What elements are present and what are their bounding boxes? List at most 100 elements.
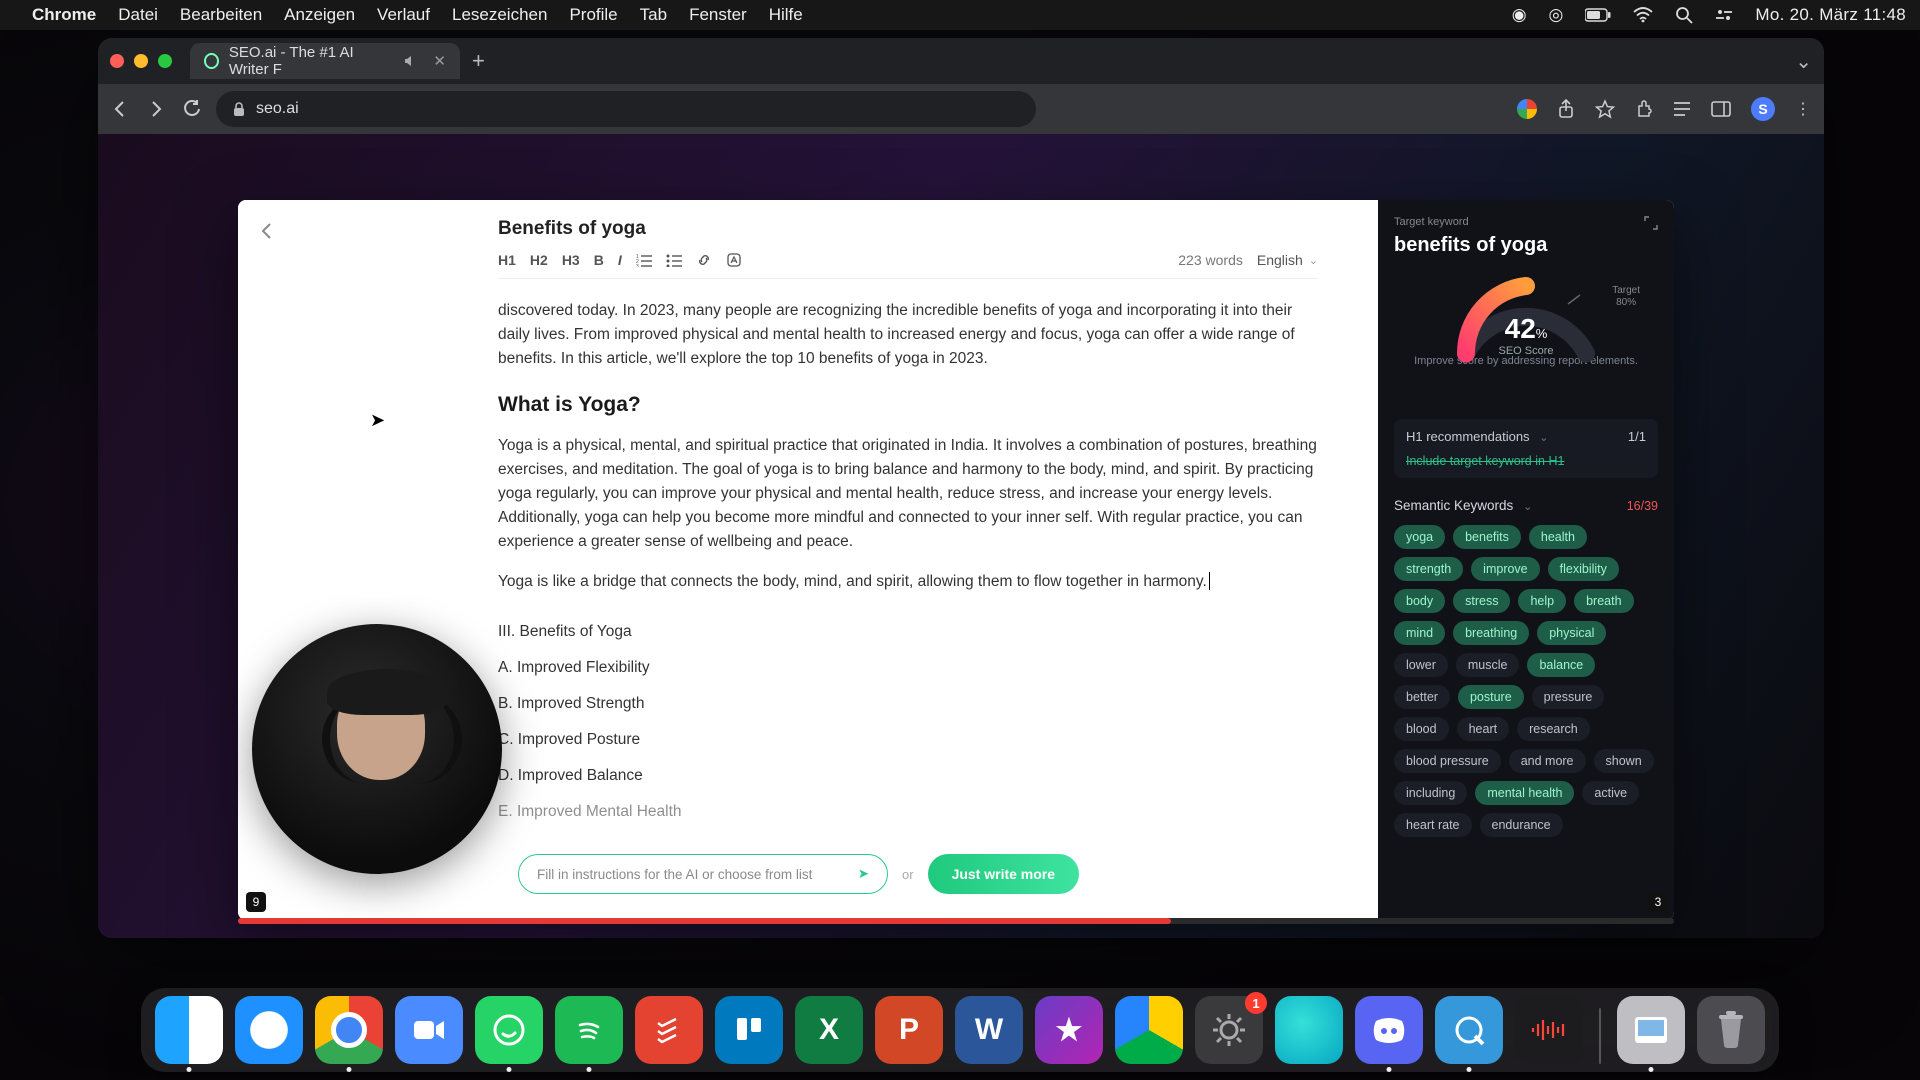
- menu-app[interactable]: Chrome: [32, 5, 96, 25]
- h1-recommendations-section[interactable]: H1 recommendations ⌄ 1/1 Include target …: [1394, 419, 1658, 478]
- keyword-chip[interactable]: strength: [1394, 557, 1463, 581]
- browser-tab[interactable]: SEO.ai - The #1 AI Writer F ✕: [190, 43, 460, 79]
- format-h1-button[interactable]: H1: [498, 252, 516, 268]
- dock-discord-icon[interactable]: [1355, 996, 1423, 1064]
- bookmark-star-icon[interactable]: [1595, 99, 1615, 119]
- record-status-icon[interactable]: ◉: [1512, 5, 1527, 25]
- keyword-chip[interactable]: balance: [1527, 653, 1595, 677]
- keyword-chip[interactable]: mental health: [1475, 781, 1574, 805]
- dock-chrome-icon[interactable]: [315, 996, 383, 1064]
- dock-imovie-icon[interactable]: ★: [1035, 996, 1103, 1064]
- site-lock-icon[interactable]: [232, 101, 246, 117]
- menu-file[interactable]: Datei: [118, 5, 158, 25]
- dock-word-icon[interactable]: W: [955, 996, 1023, 1064]
- chrome-menu-icon[interactable]: ⋮: [1795, 99, 1812, 119]
- keyword-chip[interactable]: body: [1394, 589, 1445, 613]
- tab-mute-icon[interactable]: [403, 54, 417, 68]
- paragraph-bridge[interactable]: Yoga is like a bridge that connects the …: [498, 570, 1318, 594]
- google-services-icon[interactable]: [1517, 99, 1537, 119]
- reading-list-icon[interactable]: [1673, 101, 1691, 117]
- format-ul-icon[interactable]: [666, 253, 682, 267]
- keyword-chip[interactable]: heart rate: [1394, 813, 1472, 837]
- menu-history[interactable]: Verlauf: [377, 5, 430, 25]
- dock-quicktime-icon[interactable]: [1435, 996, 1503, 1064]
- keyword-chip[interactable]: stress: [1453, 589, 1510, 613]
- dock-finder-icon[interactable]: [155, 996, 223, 1064]
- keyword-chip[interactable]: breath: [1574, 589, 1633, 613]
- format-italic-button[interactable]: I: [618, 252, 622, 268]
- dock-safari-icon[interactable]: [235, 996, 303, 1064]
- format-bold-button[interactable]: B: [594, 252, 604, 268]
- dock-voice-memos-icon[interactable]: [1515, 996, 1583, 1064]
- format-ai-icon[interactable]: [726, 252, 742, 268]
- menu-tab[interactable]: Tab: [640, 5, 667, 25]
- dock-excel-icon[interactable]: X: [795, 996, 863, 1064]
- video-progress-bar[interactable]: [238, 918, 1674, 924]
- format-ol-icon[interactable]: 123: [636, 253, 652, 267]
- window-minimize-button[interactable]: [134, 54, 148, 68]
- keyword-chip[interactable]: and more: [1509, 749, 1586, 773]
- menu-window[interactable]: Fenster: [689, 5, 747, 25]
- just-write-more-button[interactable]: Just write more: [928, 854, 1079, 894]
- document-title[interactable]: Benefits of yoga: [498, 218, 1318, 240]
- outline-item[interactable]: C. Improved Posture: [498, 728, 1318, 752]
- dock-trash-icon[interactable]: [1697, 996, 1765, 1064]
- nav-back-icon[interactable]: [110, 99, 130, 119]
- keyword-chip[interactable]: improve: [1471, 557, 1539, 581]
- keyword-chip[interactable]: posture: [1458, 685, 1524, 709]
- battery-icon[interactable]: [1585, 8, 1611, 22]
- outline-item[interactable]: B. Improved Strength: [498, 692, 1318, 716]
- language-selector[interactable]: English ⌄: [1257, 252, 1318, 268]
- format-h2-button[interactable]: H2: [530, 252, 548, 268]
- dock-trello-icon[interactable]: [715, 996, 783, 1064]
- keyword-chip[interactable]: pressure: [1532, 685, 1605, 709]
- nav-reload-icon[interactable]: [182, 99, 202, 119]
- menu-view[interactable]: Anzeigen: [284, 5, 355, 25]
- heading-what-is-yoga[interactable]: What is Yoga?: [498, 389, 1318, 422]
- keyword-chip[interactable]: better: [1394, 685, 1450, 709]
- keyword-chip[interactable]: endurance: [1480, 813, 1563, 837]
- ai-instruction-input[interactable]: Fill in instructions for the AI or choos…: [518, 854, 888, 894]
- menubar-clock[interactable]: Mo. 20. März 11:48: [1755, 5, 1906, 25]
- menu-bookmarks[interactable]: Lesezeichen: [452, 5, 547, 25]
- editor-back-button[interactable]: [258, 222, 276, 240]
- dock-todoist-icon[interactable]: [635, 996, 703, 1064]
- keyword-chip[interactable]: including: [1394, 781, 1467, 805]
- new-tab-button[interactable]: +: [472, 48, 485, 74]
- control-center-icon[interactable]: [1715, 8, 1733, 22]
- panel-expand-icon[interactable]: [1644, 216, 1658, 230]
- keyword-chip[interactable]: blood pressure: [1394, 749, 1501, 773]
- extensions-icon[interactable]: [1635, 100, 1653, 118]
- keyword-chip[interactable]: health: [1529, 525, 1587, 549]
- tabs-menu-icon[interactable]: ⌄: [1795, 49, 1812, 74]
- wifi-icon[interactable]: [1633, 7, 1653, 23]
- tab-close-icon[interactable]: ✕: [433, 52, 446, 70]
- keyword-chip[interactable]: heart: [1457, 717, 1510, 741]
- paragraph-intro[interactable]: discovered today. In 2023, many people a…: [498, 299, 1318, 371]
- dock-settings-icon[interactable]: 1: [1195, 996, 1263, 1064]
- semantic-keywords-header[interactable]: Semantic Keywords ⌄ 16/39: [1394, 498, 1658, 513]
- keyword-chip[interactable]: research: [1517, 717, 1590, 741]
- keyword-chip[interactable]: benefits: [1453, 525, 1521, 549]
- dock-whatsapp-icon[interactable]: [475, 996, 543, 1064]
- keyword-chip[interactable]: muscle: [1456, 653, 1520, 677]
- dock-zoom-icon[interactable]: [395, 996, 463, 1064]
- format-link-icon[interactable]: [696, 252, 712, 268]
- ai-send-icon[interactable]: ➤: [858, 866, 869, 882]
- keyword-chip[interactable]: mind: [1394, 621, 1445, 645]
- document-body[interactable]: discovered today. In 2023, many people a…: [498, 299, 1318, 824]
- keyword-chip[interactable]: shown: [1594, 749, 1654, 773]
- paragraph-what[interactable]: Yoga is a physical, mental, and spiritua…: [498, 434, 1318, 554]
- outline-item[interactable]: A. Improved Flexibility: [498, 656, 1318, 680]
- keyword-chip[interactable]: lower: [1394, 653, 1448, 677]
- dock-siri-icon[interactable]: [1275, 996, 1343, 1064]
- side-panel-icon[interactable]: [1711, 101, 1731, 117]
- dock-preview-icon[interactable]: [1617, 996, 1685, 1064]
- keyword-chip[interactable]: help: [1518, 589, 1566, 613]
- dock-powerpoint-icon[interactable]: P: [875, 996, 943, 1064]
- address-bar[interactable]: seo.ai: [216, 91, 1036, 127]
- keyword-chip[interactable]: active: [1582, 781, 1639, 805]
- keyword-chip[interactable]: yoga: [1394, 525, 1445, 549]
- nav-forward-icon[interactable]: [146, 99, 166, 119]
- h1-recommendation-item[interactable]: Include target keyword in H1: [1406, 454, 1646, 468]
